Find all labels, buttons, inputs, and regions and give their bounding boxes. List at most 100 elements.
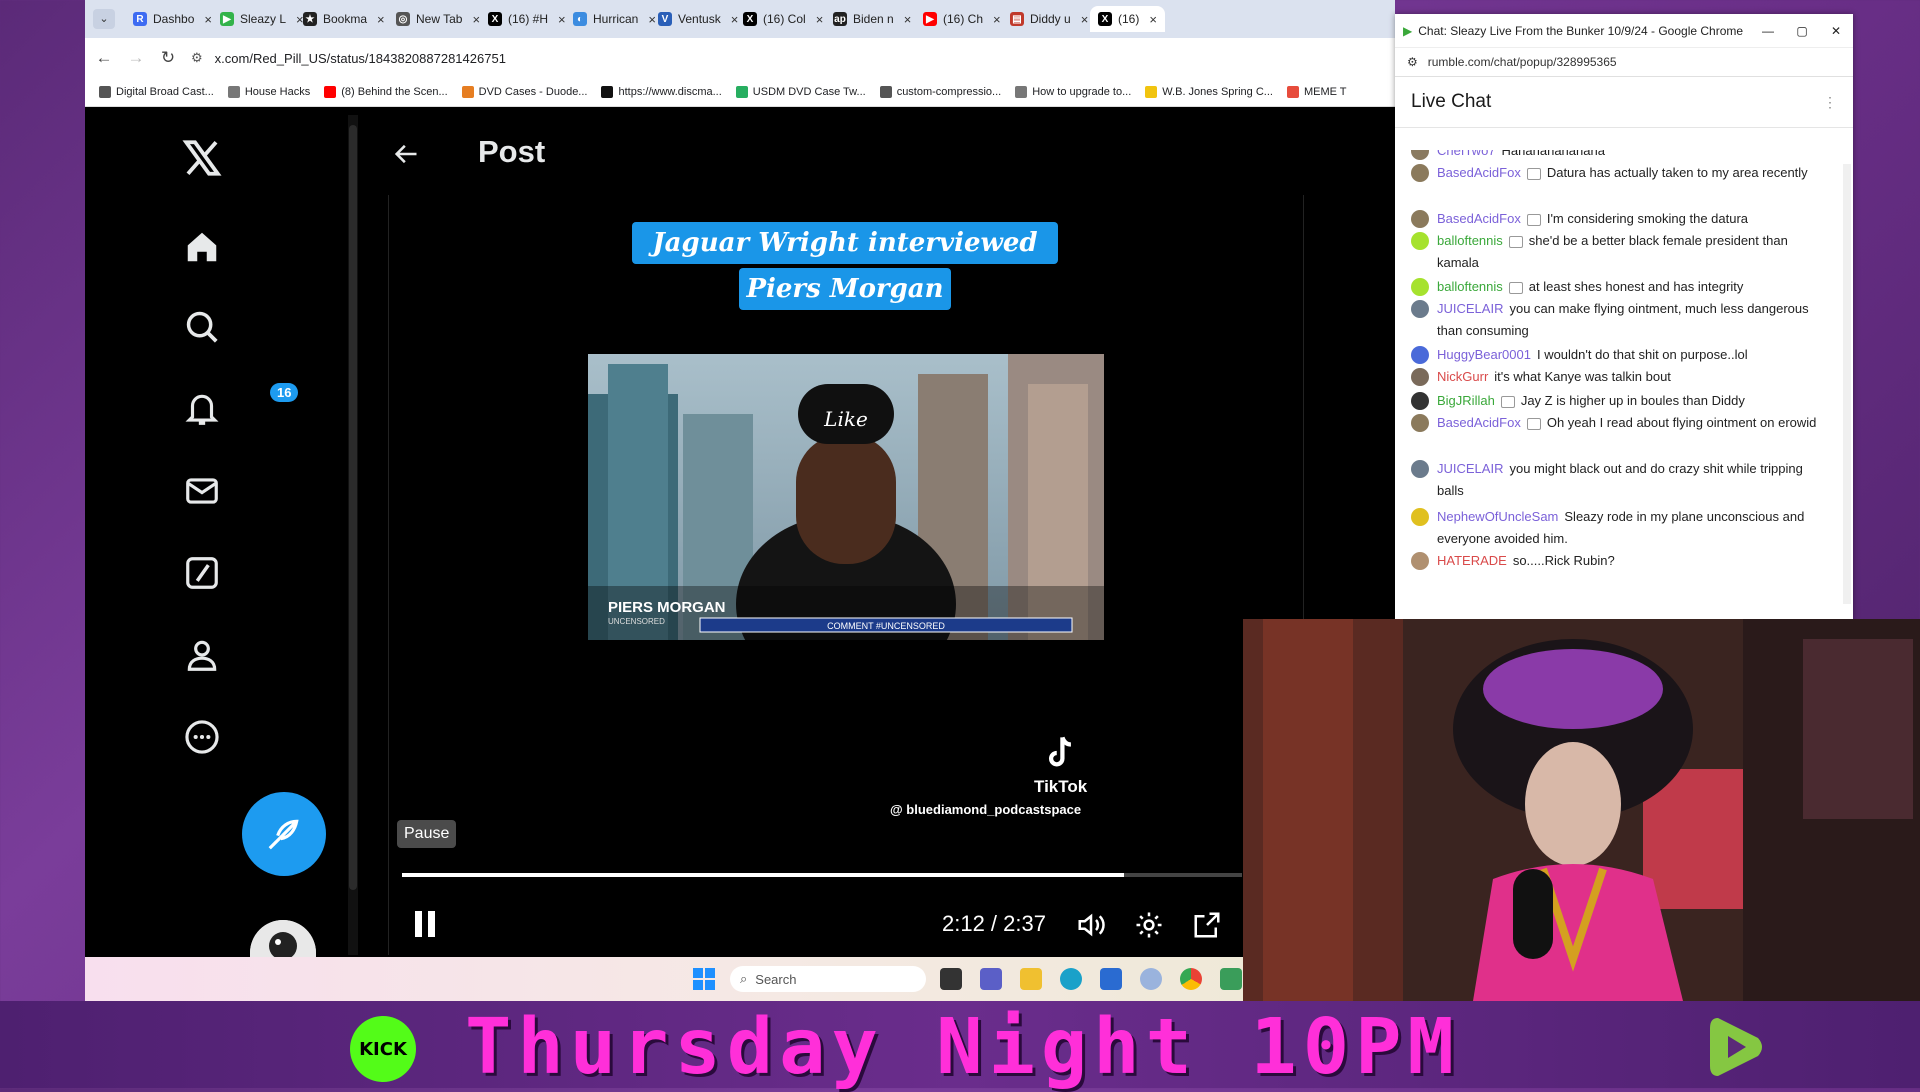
back-arrow-icon[interactable] bbox=[390, 140, 422, 173]
avatar[interactable] bbox=[1411, 460, 1429, 478]
chat-menu-icon[interactable]: ⋮ bbox=[1823, 94, 1837, 111]
avatar[interactable] bbox=[1411, 368, 1429, 386]
avatar[interactable] bbox=[1411, 392, 1429, 410]
avatar[interactable] bbox=[1411, 210, 1429, 228]
chat-username[interactable]: HATERADE bbox=[1437, 553, 1507, 568]
avatar[interactable] bbox=[1411, 414, 1429, 432]
tab-favicon-icon: X bbox=[743, 12, 757, 26]
video-caption-line1: Jaguar Wright interviewed by bbox=[632, 222, 1058, 300]
site-info-icon[interactable]: ⚙ bbox=[1407, 55, 1418, 69]
bookmark-item[interactable]: W.B. Jones Spring C... bbox=[1145, 86, 1273, 98]
task-view-icon[interactable] bbox=[940, 968, 962, 990]
teams-icon[interactable] bbox=[980, 968, 1002, 990]
chat-username[interactable]: BigJRillah bbox=[1437, 393, 1495, 408]
bookmark-item[interactable]: (8) Behind the Scen... bbox=[324, 86, 448, 98]
home-icon[interactable] bbox=[177, 222, 227, 272]
chat-username[interactable]: BasedAcidFox bbox=[1437, 415, 1521, 430]
tiktok-handle: @ bluediamond_podcastspace bbox=[890, 802, 1082, 817]
taskbar-search-input[interactable]: ⌕ Search bbox=[730, 966, 926, 992]
tab[interactable]: V Ventusk × bbox=[650, 6, 746, 32]
tab[interactable]: ▤ Diddy u × bbox=[1002, 6, 1096, 32]
tab-close-icon[interactable]: × bbox=[993, 12, 1001, 27]
windows-start-icon[interactable] bbox=[693, 968, 715, 995]
file-explorer-icon[interactable] bbox=[1020, 968, 1042, 990]
chat-username[interactable]: JUICELAIR bbox=[1437, 301, 1503, 316]
messages-icon[interactable] bbox=[177, 466, 227, 516]
maximize-button[interactable]: ▢ bbox=[1785, 24, 1819, 38]
avatar[interactable] bbox=[1411, 232, 1429, 250]
avatar[interactable] bbox=[1411, 164, 1429, 182]
tab[interactable]: X (16) Col × bbox=[735, 6, 831, 32]
bookmark-item[interactable]: MEME T bbox=[1286, 86, 1347, 98]
app-icon[interactable] bbox=[1140, 968, 1162, 990]
chat-username[interactable]: BasedAcidFox bbox=[1437, 211, 1521, 226]
sidebar-scrollbar[interactable] bbox=[348, 115, 358, 955]
chat-username[interactable]: HuggyBear0001 bbox=[1437, 347, 1531, 362]
tab[interactable]: R Dashbo × bbox=[125, 6, 220, 32]
more-icon[interactable] bbox=[177, 712, 227, 762]
minimize-button[interactable]: — bbox=[1751, 24, 1785, 38]
chat-username[interactable]: NephewOfUncleSam bbox=[1437, 509, 1558, 524]
close-button[interactable]: ✕ bbox=[1819, 24, 1853, 38]
bookmark-item[interactable]: USDM DVD Case Tw... bbox=[735, 86, 866, 98]
tab-close-icon[interactable]: × bbox=[1149, 12, 1157, 27]
tab-close-icon[interactable]: × bbox=[472, 12, 480, 27]
avatar[interactable] bbox=[1411, 552, 1429, 570]
chat-message-list[interactable]: ChefTwo7 Hahahahahahaha BasedAcidFox Datura… bbox=[1395, 150, 1853, 620]
forward-button[interactable]: → bbox=[123, 48, 149, 68]
bookmark-item[interactable]: https://www.discma... bbox=[601, 86, 722, 98]
avatar[interactable] bbox=[1411, 300, 1429, 318]
chat-url-bar[interactable]: ⚙ rumble.com/chat/popup/328995365 bbox=[1395, 48, 1853, 77]
avatar[interactable] bbox=[1411, 278, 1429, 296]
tab-close-icon[interactable]: × bbox=[204, 12, 212, 27]
bookmark-item[interactable]: DVD Cases - Duode... bbox=[461, 86, 587, 98]
settings-gear-icon[interactable] bbox=[1132, 908, 1166, 942]
grok-icon[interactable] bbox=[177, 548, 227, 598]
notifications-icon[interactable] bbox=[177, 384, 227, 434]
tab[interactable]: ◎ New Tab × bbox=[388, 6, 488, 32]
tab[interactable]: ★ Bookma × bbox=[295, 6, 393, 32]
store-icon[interactable] bbox=[1100, 968, 1122, 990]
avatar[interactable] bbox=[1411, 508, 1429, 526]
app-icon-2[interactable] bbox=[1220, 968, 1242, 990]
video-progress-bar[interactable] bbox=[402, 873, 1242, 877]
chrome-icon[interactable] bbox=[1180, 968, 1202, 990]
tab-close-icon[interactable]: × bbox=[1081, 12, 1089, 27]
tab-search-button[interactable]: ⌄ bbox=[93, 9, 115, 29]
compose-post-button[interactable] bbox=[242, 792, 326, 876]
edge-icon[interactable] bbox=[1060, 968, 1082, 990]
chat-message: NephewOfUncleSam Sleazy rode in my plane … bbox=[1411, 506, 1831, 550]
chat-username[interactable]: JUICELAIR bbox=[1437, 461, 1503, 476]
bookmark-item[interactable]: How to upgrade to... bbox=[1015, 86, 1131, 98]
chat-username[interactable]: balloftennis bbox=[1437, 279, 1503, 294]
bookmark-item[interactable]: custom-compressio... bbox=[879, 86, 1001, 98]
tab-close-icon[interactable]: × bbox=[377, 12, 385, 27]
reload-button[interactable]: ↻ bbox=[155, 48, 181, 68]
back-button[interactable]: ← bbox=[91, 48, 117, 68]
chat-username[interactable]: NickGurr bbox=[1437, 369, 1488, 384]
x-logo-icon[interactable] bbox=[177, 133, 227, 183]
chat-username[interactable]: balloftennis bbox=[1437, 233, 1503, 248]
tab-close-icon[interactable]: × bbox=[816, 12, 824, 27]
chat-username[interactable]: ChefTwo7 bbox=[1437, 150, 1496, 158]
tab[interactable]: X (16) × bbox=[1090, 6, 1165, 32]
avatar[interactable] bbox=[1411, 150, 1429, 160]
volume-icon[interactable] bbox=[1074, 908, 1108, 942]
chat-username[interactable]: BasedAcidFox bbox=[1437, 165, 1521, 180]
pause-button[interactable] bbox=[400, 904, 450, 944]
tab[interactable]: ap Biden n × bbox=[825, 6, 919, 32]
site-info-icon[interactable]: ⚙ bbox=[191, 50, 203, 66]
tab-close-icon[interactable]: × bbox=[904, 12, 912, 27]
tab-bar: ⌄ R Dashbo × ▶ Sleazy L × ★ Bookma × ◎ New Tab × X (1… bbox=[85, 0, 1395, 38]
bookmark-item[interactable]: House Hacks bbox=[227, 86, 310, 98]
profile-icon[interactable] bbox=[177, 630, 227, 680]
avatar[interactable] bbox=[1411, 346, 1429, 364]
tab[interactable]: X (16) #H × bbox=[480, 6, 574, 32]
chat-scrollbar[interactable] bbox=[1843, 164, 1851, 604]
popout-icon[interactable] bbox=[1190, 908, 1224, 942]
chat-message-text: it's what Kanye was talkin bout bbox=[1494, 369, 1671, 384]
tab[interactable]: ▶ (16) Ch × bbox=[915, 6, 1009, 32]
url-field[interactable]: ⚙ x.com/Red_Pill_US/status/1843820887281… bbox=[191, 50, 506, 66]
bookmark-item[interactable]: Digital Broad Cast... bbox=[99, 86, 214, 98]
search-icon[interactable] bbox=[177, 302, 227, 352]
